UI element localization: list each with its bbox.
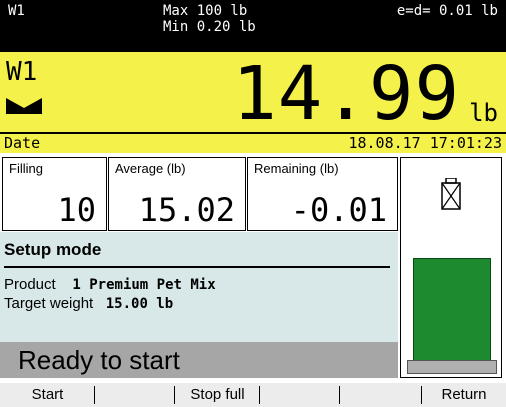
stats-row: Filling 10 Average (lb) 15.02 Remaining … <box>0 157 400 231</box>
header-bar: W1 Max 100 lb Min 0.20 lb e=d= 0.01 lb <box>0 0 506 52</box>
product-value: 1 Premium Pet Mix <box>72 277 216 293</box>
average-label: Average (lb) <box>115 161 186 176</box>
target-row: Target weight 15.00 lb <box>4 295 173 312</box>
header-scale-id: W1 <box>8 3 25 19</box>
fill-level-bar <box>413 258 491 366</box>
stop-full-button[interactable]: Stop full <box>175 383 260 407</box>
fill-level-panel <box>400 157 502 378</box>
softkey-4[interactable] <box>260 383 340 407</box>
stop-full-label: Stop full <box>190 386 245 403</box>
status-bar: Ready to start <box>0 342 398 378</box>
filling-label: Filling <box>9 161 43 176</box>
target-label: Target weight <box>4 295 94 312</box>
container-icon <box>441 178 461 210</box>
product-label: Product <box>4 276 56 293</box>
setup-divider <box>4 266 390 268</box>
weighing-pan-icon <box>6 98 42 114</box>
resolution: e=d= 0.01 lb <box>396 3 498 19</box>
weight-value: 14.99 <box>232 51 460 137</box>
softkey-bar: Start Stop full Return <box>0 383 506 407</box>
date-label: Date <box>4 134 41 152</box>
softkey-5[interactable] <box>340 383 422 407</box>
setup-title: Setup mode <box>4 240 102 259</box>
weight-unit: lb <box>469 99 498 127</box>
product-row: Product 1 Premium Pet Mix <box>4 276 216 293</box>
average-value: 15.02 <box>138 191 235 229</box>
weight-panel: W1 14.99 lb Date 18.08.17 17:01:23 <box>0 52 506 153</box>
min-capacity: Min 0.20 lb <box>163 19 256 35</box>
scale-label: W1 <box>6 57 38 87</box>
filling-box: Filling 10 <box>2 157 107 231</box>
start-label: Start <box>31 386 64 403</box>
remaining-box: Remaining (lb) -0.01 <box>247 157 398 231</box>
return-button[interactable]: Return <box>422 383 506 407</box>
start-button[interactable]: Start <box>0 383 95 407</box>
return-label: Return <box>441 386 487 403</box>
target-value: 15.00 lb <box>105 296 174 312</box>
date-value: 18.08.17 17:01:23 <box>348 134 502 152</box>
filling-value: 10 <box>57 191 96 229</box>
softkey-2[interactable] <box>95 383 175 407</box>
scale-screen: W1 Max 100 lb Min 0.20 lb e=d= 0.01 lb W… <box>0 0 506 407</box>
status-text: Ready to start <box>18 345 180 375</box>
remaining-label: Remaining (lb) <box>254 161 339 176</box>
max-capacity: Max 100 lb <box>163 3 248 19</box>
scale-base <box>407 360 497 374</box>
average-box: Average (lb) 15.02 <box>108 157 246 231</box>
remaining-value: -0.01 <box>290 191 387 229</box>
